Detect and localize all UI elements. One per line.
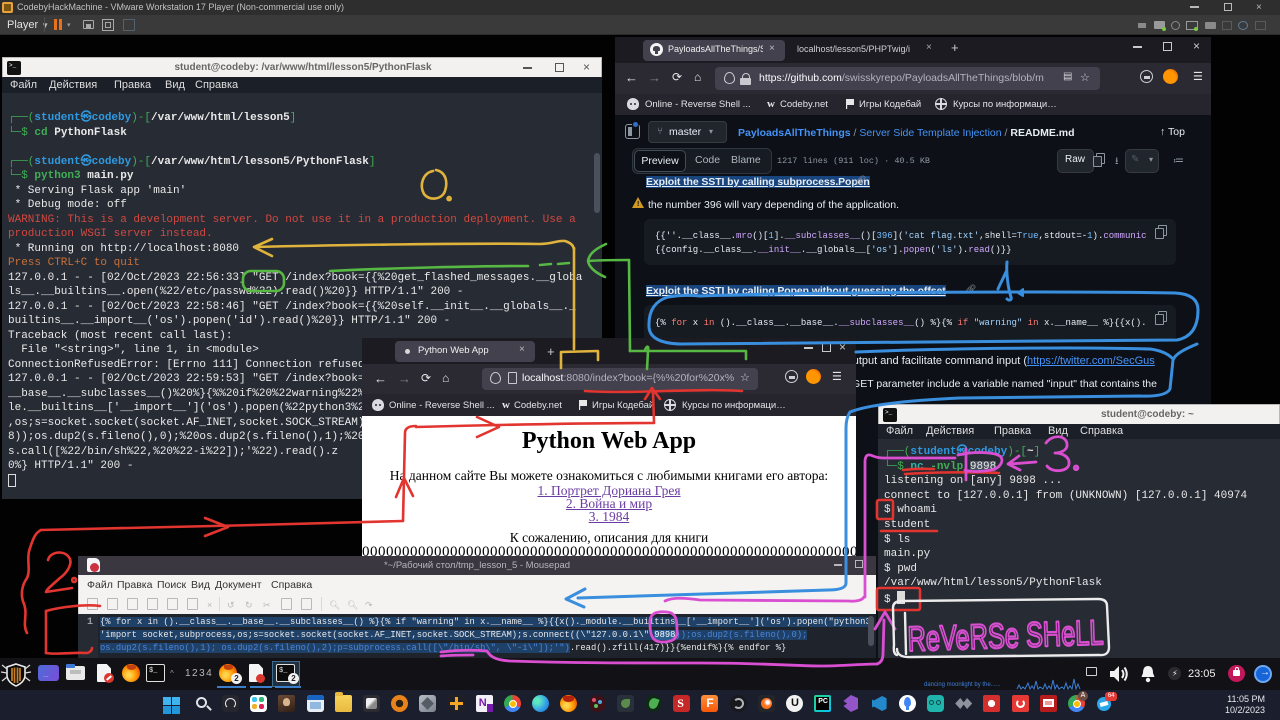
svg-text:ReVeRSe SHeLL: ReVeRSe SHeLL	[907, 613, 1104, 659]
